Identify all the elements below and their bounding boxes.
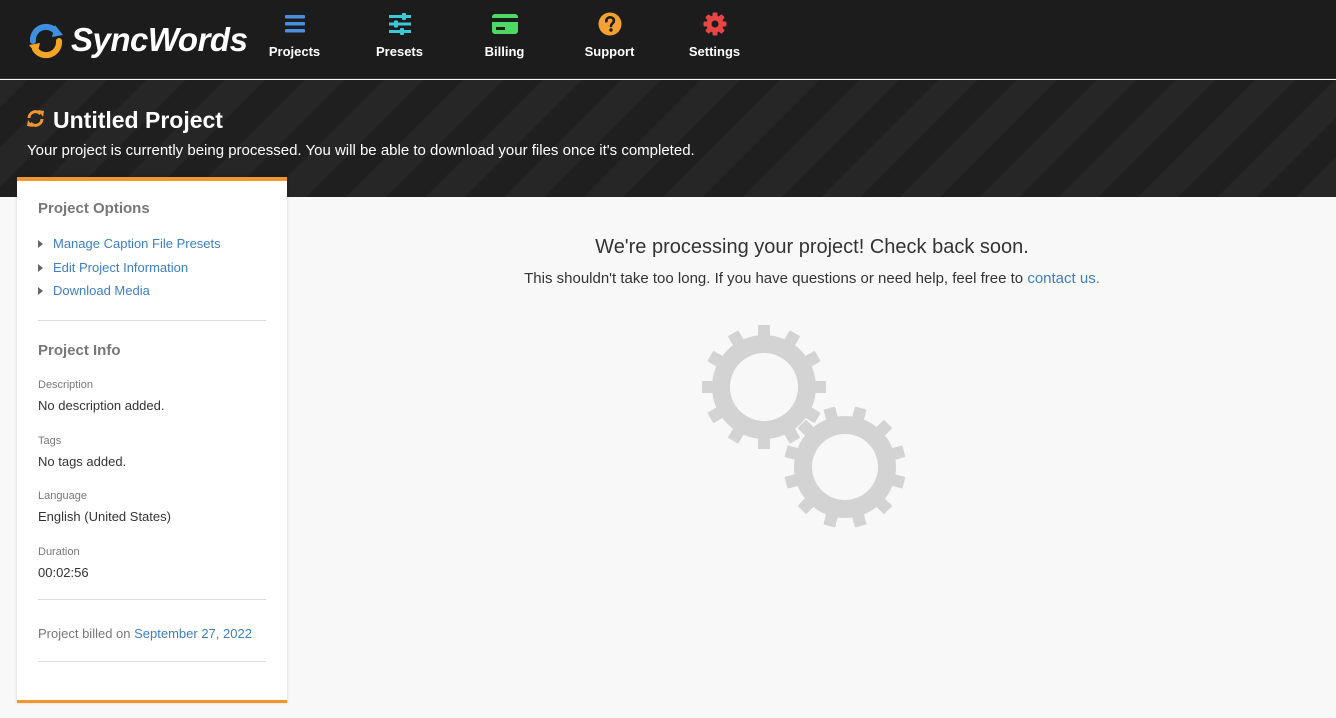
nav-billing-label: Billing bbox=[484, 44, 525, 59]
tags-value: No tags added. bbox=[38, 454, 127, 469]
main-nav: Projects Presets Billing Support Setting… bbox=[242, 0, 767, 79]
tags-label: Tags bbox=[38, 435, 62, 447]
processing-heading: We're processing your project! Check bac… bbox=[595, 236, 1029, 258]
billed-prefix: Project billed on bbox=[38, 626, 131, 641]
processing-subtext: This shouldn't take too long. If you hav… bbox=[288, 270, 1336, 287]
divider bbox=[38, 320, 266, 321]
gear-small-icon bbox=[784, 406, 906, 528]
nav-settings-label: Settings bbox=[688, 44, 741, 59]
description-value: No description added. bbox=[38, 398, 165, 413]
project-info-heading: Project Info bbox=[38, 342, 121, 359]
nav-billing[interactable]: Billing bbox=[452, 0, 557, 79]
download-media-label: Download Media bbox=[53, 283, 150, 298]
duration-value: 00:02:56 bbox=[38, 565, 89, 580]
nav-support-label: Support bbox=[584, 44, 635, 59]
project-title-row: Untitled Project bbox=[26, 107, 223, 134]
manage-caption-presets-label: Manage Caption File Presets bbox=[53, 236, 221, 251]
download-media-link[interactable]: Download Media bbox=[38, 283, 150, 298]
divider bbox=[38, 599, 266, 600]
caret-right-icon bbox=[38, 263, 43, 272]
caret-right-icon bbox=[38, 286, 43, 295]
page-title: Untitled Project bbox=[53, 107, 223, 133]
duration-label: Duration bbox=[38, 546, 80, 558]
caret-right-icon bbox=[38, 239, 43, 248]
sliders-icon bbox=[387, 11, 413, 37]
top-navbar: SyncWords Projects Presets Billing Suppo… bbox=[0, 0, 1336, 79]
billed-info: Project billed on September 27, 2022 bbox=[38, 626, 252, 641]
language-label: Language bbox=[38, 490, 87, 502]
processing-status-text: Your project is currently being processe… bbox=[27, 142, 695, 159]
logo-text: SyncWords bbox=[71, 21, 248, 58]
refresh-icon bbox=[26, 109, 45, 133]
list-icon bbox=[282, 11, 308, 37]
manage-caption-presets-link[interactable]: Manage Caption File Presets bbox=[38, 236, 221, 251]
question-icon bbox=[597, 11, 623, 37]
nav-presets-label: Presets bbox=[376, 44, 423, 59]
language-value: English (United States) bbox=[38, 509, 171, 524]
description-label: Description bbox=[38, 379, 94, 391]
gear-icon bbox=[702, 11, 728, 37]
edit-project-info-label: Edit Project Information bbox=[53, 260, 189, 275]
syncwords-logo[interactable]: SyncWords bbox=[27, 18, 248, 62]
processing-subtext-body: This shouldn't take too long. If you hav… bbox=[524, 270, 1024, 287]
edit-project-info-link[interactable]: Edit Project Information bbox=[38, 260, 188, 275]
nav-projects-label: Projects bbox=[268, 44, 321, 59]
divider bbox=[38, 661, 266, 662]
billed-date-link[interactable]: September 27, 2022 bbox=[134, 626, 252, 641]
project-sidebar: Project Options Manage Caption File Pres… bbox=[17, 177, 287, 703]
credit-card-icon bbox=[491, 11, 518, 37]
nav-support[interactable]: Support bbox=[557, 0, 662, 79]
nav-projects[interactable]: Projects bbox=[242, 0, 347, 79]
nav-settings[interactable]: Settings bbox=[662, 0, 767, 79]
contact-us-link[interactable]: contact us. bbox=[1027, 270, 1100, 287]
processing-gears-illustration bbox=[702, 325, 908, 529]
project-options-heading: Project Options bbox=[38, 200, 150, 217]
logo-icon bbox=[27, 21, 65, 59]
nav-presets[interactable]: Presets bbox=[347, 0, 452, 79]
